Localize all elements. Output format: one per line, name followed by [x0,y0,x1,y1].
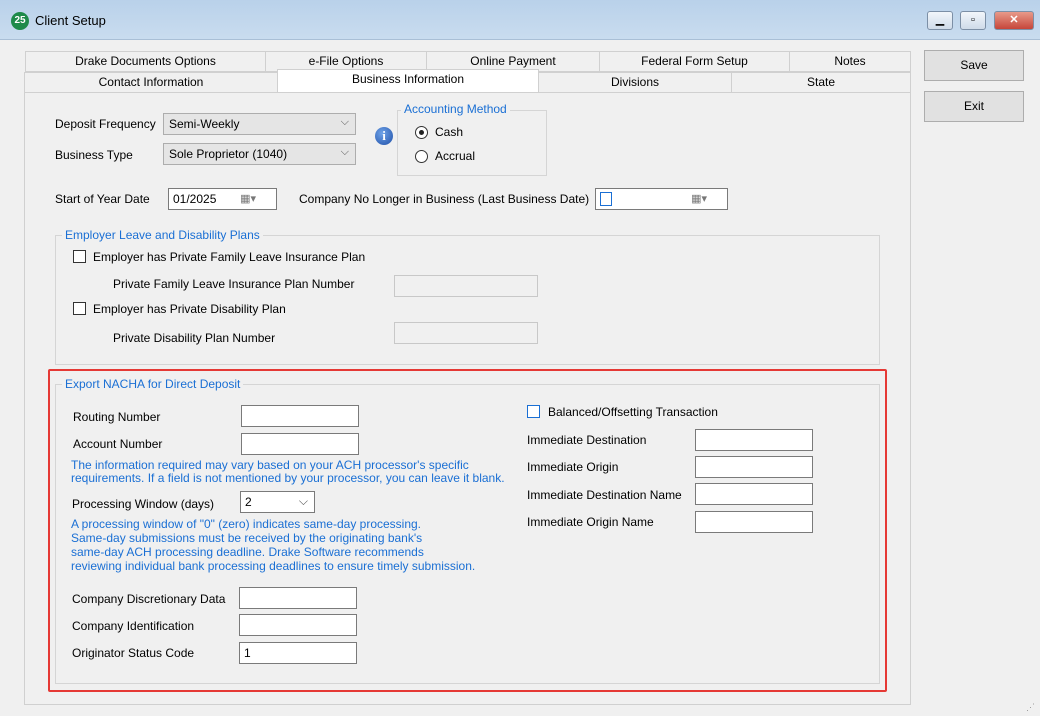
resize-grip-icon[interactable]: ⋰ [1026,702,1035,713]
chevron-down-icon: ⌵ [341,146,349,159]
info-icon[interactable]: i [375,127,393,145]
calendar-icon[interactable]: ▦▾ [240,192,256,205]
pd-checkbox-label: Employer has Private Disability Plan [93,302,286,316]
ach-info-note: The information required may vary based … [71,459,516,485]
pfl-checkbox-label: Employer has Private Family Leave Insura… [93,250,365,264]
immediate-destination-name-input[interactable] [695,483,813,505]
pd-number-input[interactable] [394,322,538,344]
routing-number-label: Routing Number [73,410,160,424]
pfl-number-label: Private Family Leave Insurance Plan Numb… [113,277,354,291]
originator-status-input[interactable]: 1 [239,642,357,664]
app-logo-icon: 25 [11,12,29,30]
pfl-checkbox[interactable] [73,250,86,263]
account-number-input[interactable] [241,433,359,455]
chevron-down-icon: ⌵ [341,116,349,129]
start-of-year-date-picker[interactable]: 01/2025 ▦▾ [168,188,277,210]
discretionary-data-input[interactable] [239,587,357,609]
business-type-value: Sole Proprietor (1040) [169,147,287,161]
processing-note-4: reviewing individual bank processing dea… [71,560,475,573]
immediate-destination-name-label: Immediate Destination Name [527,488,682,502]
pfl-number-input[interactable] [394,275,538,297]
leave-group-title: Employer Leave and Disability Plans [62,228,263,242]
accounting-method-group [397,110,547,176]
accounting-method-label: Accounting Method [401,102,510,116]
balanced-checkbox[interactable] [527,405,540,418]
tab-business-information[interactable]: Business Information [277,69,539,92]
tab-contact-information[interactable]: Contact Information [24,72,278,93]
pd-number-label: Private Disability Plan Number [113,331,275,345]
date-checkbox[interactable] [600,192,612,206]
processing-note-1: A processing window of "0" (zero) indica… [71,518,421,531]
deposit-frequency-value: Semi-Weekly [169,117,239,131]
chevron-down-icon: ⌵ [299,494,308,509]
tab-drake-documents-options[interactable]: Drake Documents Options [25,51,266,72]
immediate-origin-name-label: Immediate Origin Name [527,515,654,529]
business-type-label: Business Type [55,148,133,162]
business-type-select[interactable]: Sole Proprietor (1040) ⌵ [163,143,356,165]
start-of-year-label: Start of Year Date [55,192,150,206]
discretionary-data-label: Company Discretionary Data [72,592,225,606]
processing-window-value: 2 [245,495,252,509]
maximize-button[interactable]: ▫ [960,11,986,30]
immediate-destination-label: Immediate Destination [527,433,646,447]
pd-checkbox[interactable] [73,302,86,315]
accrual-radio[interactable] [415,150,428,163]
calendar-icon[interactable]: ▦▾ [691,192,707,205]
immediate-origin-name-input[interactable] [695,511,813,533]
save-button[interactable]: Save [924,50,1024,81]
accrual-label: Accrual [435,149,475,163]
cash-radio[interactable] [415,126,428,139]
nacha-group-title: Export NACHA for Direct Deposit [62,377,243,391]
tab-federal-form-setup[interactable]: Federal Form Setup [599,51,790,72]
processing-note-3: same-day ACH processing deadline. Drake … [71,546,424,559]
originator-status-value: 1 [244,646,251,660]
processing-window-select[interactable]: 2⌵ [240,491,315,513]
processing-window-label: Processing Window (days) [72,497,214,511]
start-of-year-value: 01/2025 [173,192,216,206]
account-number-label: Account Number [73,437,162,451]
routing-number-input[interactable] [241,405,359,427]
title-bar: 25 Client Setup ▁ ▫ ✕ [0,0,1040,40]
immediate-origin-input[interactable] [695,456,813,478]
tab-divisions[interactable]: Divisions [538,72,732,93]
minimize-button[interactable]: ▁ [927,11,953,30]
company-identification-label: Company Identification [72,619,194,633]
close-button[interactable]: ✕ [994,11,1034,30]
originator-status-label: Originator Status Code [72,646,194,660]
company-identification-input[interactable] [239,614,357,636]
tab-state[interactable]: State [731,72,911,93]
no-longer-in-business-label: Company No Longer in Business (Last Busi… [299,192,589,206]
cash-label: Cash [435,125,463,139]
immediate-destination-input[interactable] [695,429,813,451]
deposit-frequency-select[interactable]: Semi-Weekly ⌵ [163,113,356,135]
deposit-frequency-label: Deposit Frequency [55,117,156,131]
balanced-label: Balanced/Offsetting Transaction [548,405,718,419]
last-business-date-picker[interactable]: ▦▾ [595,188,728,210]
processing-note-2: Same-day submissions must be received by… [71,532,422,545]
window-title: Client Setup [35,13,106,28]
tab-notes[interactable]: Notes [789,51,911,72]
immediate-origin-label: Immediate Origin [527,460,618,474]
exit-button[interactable]: Exit [924,91,1024,122]
